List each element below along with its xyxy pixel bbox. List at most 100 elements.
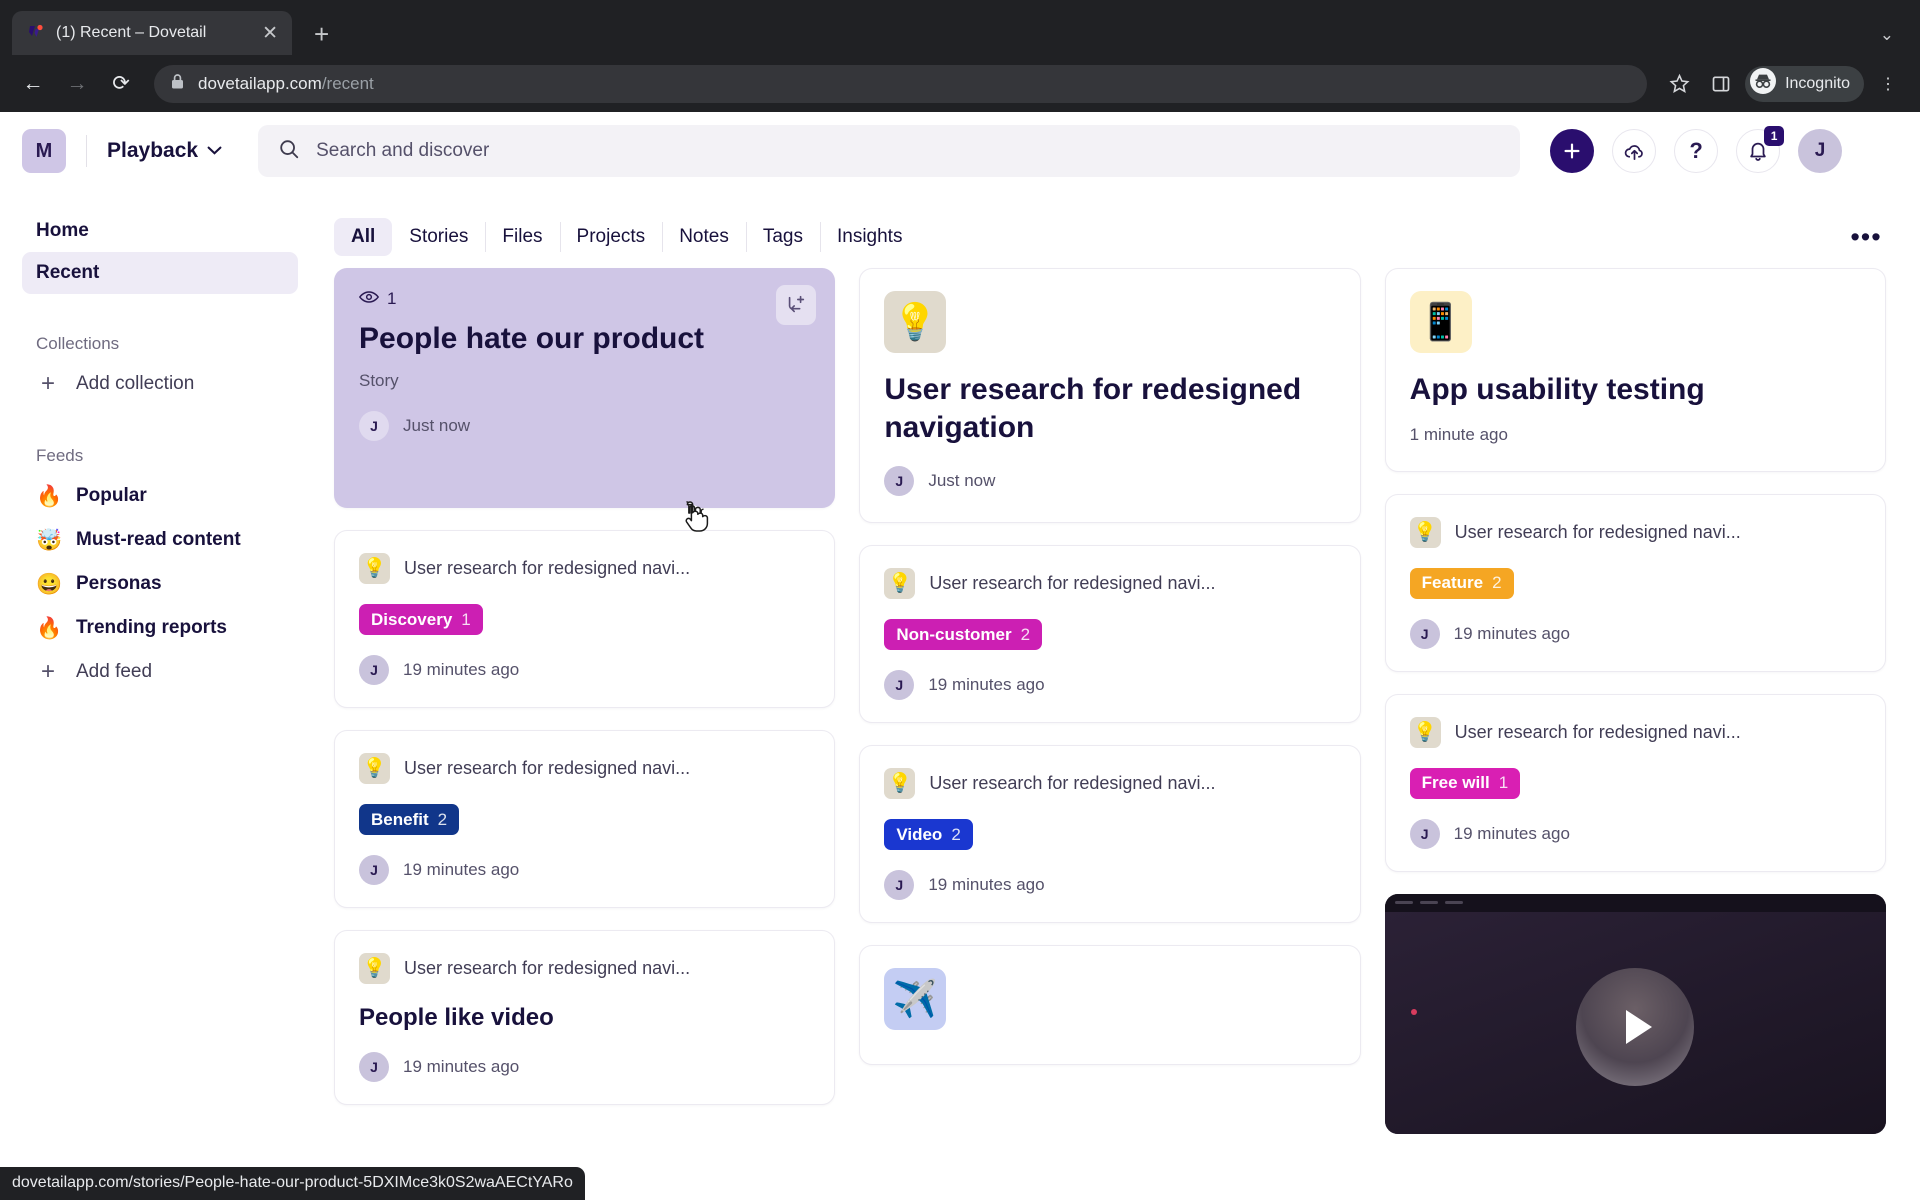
card-timestamp: 19 minutes ago xyxy=(928,875,1045,894)
card-source: 💡 User research for redesigned navi... xyxy=(1409,716,1861,748)
tab-files[interactable]: Files xyxy=(485,218,559,256)
help-button[interactable]: ? xyxy=(1674,129,1719,173)
address-bar[interactable]: dovetailapp.com/recent xyxy=(154,64,1648,103)
back-button[interactable]: ← xyxy=(14,65,52,103)
card-tag-video[interactable]: 💡 User research for redesigned navi... V… xyxy=(859,745,1361,923)
forward-button[interactable]: → xyxy=(58,65,96,103)
lightbulb-icon: 💡 xyxy=(359,953,390,984)
status-badge: Video 2 xyxy=(884,819,973,850)
notifications-button[interactable]: 1 xyxy=(1736,126,1785,173)
avatar: J xyxy=(884,670,915,700)
card-meta: J 19 minutes ago xyxy=(884,870,1335,900)
tag-count: 2 xyxy=(437,809,448,829)
app-root: M Playback Search and discover ? 1 J Hom… xyxy=(0,112,1920,1191)
incognito-indicator[interactable]: Incognito xyxy=(1745,65,1864,102)
card-timestamp: 19 minutes ago xyxy=(403,860,520,879)
tab-notes[interactable]: Notes xyxy=(662,218,746,256)
incognito-label: Incognito xyxy=(1785,74,1850,92)
status-bar-url: dovetailapp.com/stories/People-hate-our-… xyxy=(0,1167,585,1200)
close-icon[interactable]: ✕ xyxy=(262,24,278,43)
card-title: App usability testing xyxy=(1409,373,1705,406)
card-tag-discovery[interactable]: 💡 User research for redesigned navi... D… xyxy=(334,530,836,708)
browser-menu-button[interactable]: ⋮ xyxy=(1870,66,1906,102)
url-text: dovetailapp.com/recent xyxy=(198,74,374,94)
sidebar-add-feed-label: Add feed xyxy=(76,661,153,682)
sidebar-item-recent[interactable]: Recent xyxy=(22,252,298,294)
card-project-user-research[interactable]: 💡 User research for redesigned navigatio… xyxy=(859,268,1361,523)
card-note-people-like-video[interactable]: 💡 User research for redesigned navi... P… xyxy=(334,930,836,1105)
card-story-people-hate-our-product[interactable]: 1 People hate our product Story J Just n… xyxy=(334,268,836,508)
help-icon: ? xyxy=(1689,138,1703,163)
card-source: 💡 User research for redesigned navi... xyxy=(359,953,810,984)
card-timestamp: 19 minutes ago xyxy=(1453,823,1570,843)
card-tag-benefit[interactable]: 💡 User research for redesigned navi... B… xyxy=(334,730,836,908)
workspace-badge[interactable]: M xyxy=(22,129,66,173)
tab-all[interactable]: All xyxy=(334,218,393,256)
upload-button[interactable] xyxy=(1612,129,1657,173)
card-tag-non-customer[interactable]: 💡 User research for redesigned navi... N… xyxy=(859,545,1361,723)
card-meta: J 19 minutes ago xyxy=(1409,618,1861,649)
main-content: All Stories Files Projects Notes Tags In… xyxy=(320,190,1920,1191)
search-input[interactable] xyxy=(316,140,1501,162)
sidebar-item-must-read-content[interactable]: 🤯 Must-read content xyxy=(22,518,298,562)
card-project-travel[interactable]: ✈️ xyxy=(859,945,1361,1065)
star-icon[interactable] xyxy=(1661,66,1697,102)
airplane-icon: ✈️ xyxy=(884,968,947,1030)
side-panel-icon[interactable] xyxy=(1703,66,1739,102)
status-badge: Feature 2 xyxy=(1409,567,1514,599)
tag-label: Feature xyxy=(1421,573,1484,592)
card-source: 💡 User research for redesigned navi... xyxy=(884,568,1335,599)
sidebar-add-feed[interactable]: + Add feed xyxy=(22,650,298,694)
card-project-app-usability-testing[interactable]: 📱 App usability testing 1 minute ago xyxy=(1384,268,1886,472)
reload-button[interactable]: ⟳ xyxy=(102,65,140,103)
browser-tab-title: (1) Recent – Dovetail xyxy=(56,24,207,41)
avatar: J xyxy=(1409,618,1440,649)
more-options-button[interactable]: ••• xyxy=(1846,217,1886,257)
eye-icon xyxy=(358,289,380,309)
sidebar-item-personas[interactable]: 😀 Personas xyxy=(22,562,298,606)
card-source-title: User research for redesigned navi... xyxy=(404,558,691,578)
view-count: 1 xyxy=(358,289,810,309)
card-title: People hate our product xyxy=(359,322,705,355)
create-button[interactable] xyxy=(1550,129,1595,173)
card-source: 💡 User research for redesigned navi... xyxy=(1409,516,1861,548)
card-video-recording[interactable] xyxy=(1384,893,1886,1134)
sidebar-add-collection[interactable]: + Add collection xyxy=(22,362,298,406)
lock-icon xyxy=(170,73,185,95)
lightbulb-icon: 💡 xyxy=(884,768,916,799)
browser-tab[interactable]: (1) Recent – Dovetail ✕ xyxy=(12,11,292,55)
sidebar-item-home[interactable]: Home xyxy=(22,210,298,252)
card-tag-feature[interactable]: 💡 User research for redesigned navi... F… xyxy=(1384,493,1886,672)
card-source-title: User research for redesigned navi... xyxy=(1454,721,1741,742)
header-divider xyxy=(86,135,87,167)
tab-insights[interactable]: Insights xyxy=(819,218,919,256)
project-switcher[interactable]: Playback xyxy=(107,139,222,163)
card-meta: J 19 minutes ago xyxy=(884,670,1335,700)
tag-count: 2 xyxy=(1492,573,1502,592)
card-source: 💡 User research for redesigned navi... xyxy=(359,753,810,784)
chevron-down-icon[interactable]: ⌄ xyxy=(1880,25,1894,45)
lightbulb-icon: 💡 xyxy=(359,553,390,584)
sidebar-item-trending-reports[interactable]: 🔥 Trending reports xyxy=(22,606,298,650)
mobile-phone-icon: 📱 xyxy=(1409,291,1472,353)
sidebar-item-popular[interactable]: 🔥 Popular xyxy=(22,474,298,518)
avatar: J xyxy=(359,411,389,441)
tag-label: Free will xyxy=(1421,773,1490,792)
card-source-title: User research for redesigned navi... xyxy=(1454,521,1741,542)
status-badge: Discovery 1 xyxy=(359,604,483,635)
tag-count: 2 xyxy=(951,824,961,844)
tab-projects[interactable]: Projects xyxy=(559,218,663,256)
add-to-collection-icon[interactable] xyxy=(776,285,817,325)
avatar[interactable]: J xyxy=(1798,129,1843,173)
card-meta: J 19 minutes ago xyxy=(1409,818,1861,849)
card-tag-free-will[interactable]: 💡 User research for redesigned navi... F… xyxy=(1384,693,1886,872)
search-bar[interactable] xyxy=(258,125,1521,177)
play-icon[interactable] xyxy=(1625,1009,1652,1044)
card-source-title: User research for redesigned navi... xyxy=(929,773,1216,793)
card-meta: J 19 minutes ago xyxy=(359,655,810,685)
card-timestamp: 19 minutes ago xyxy=(403,1057,520,1076)
tab-stories[interactable]: Stories xyxy=(392,218,485,256)
card-source: 💡 User research for redesigned navi... xyxy=(884,768,1335,799)
new-tab-button[interactable]: + xyxy=(314,21,329,47)
tab-tags[interactable]: Tags xyxy=(745,218,820,256)
